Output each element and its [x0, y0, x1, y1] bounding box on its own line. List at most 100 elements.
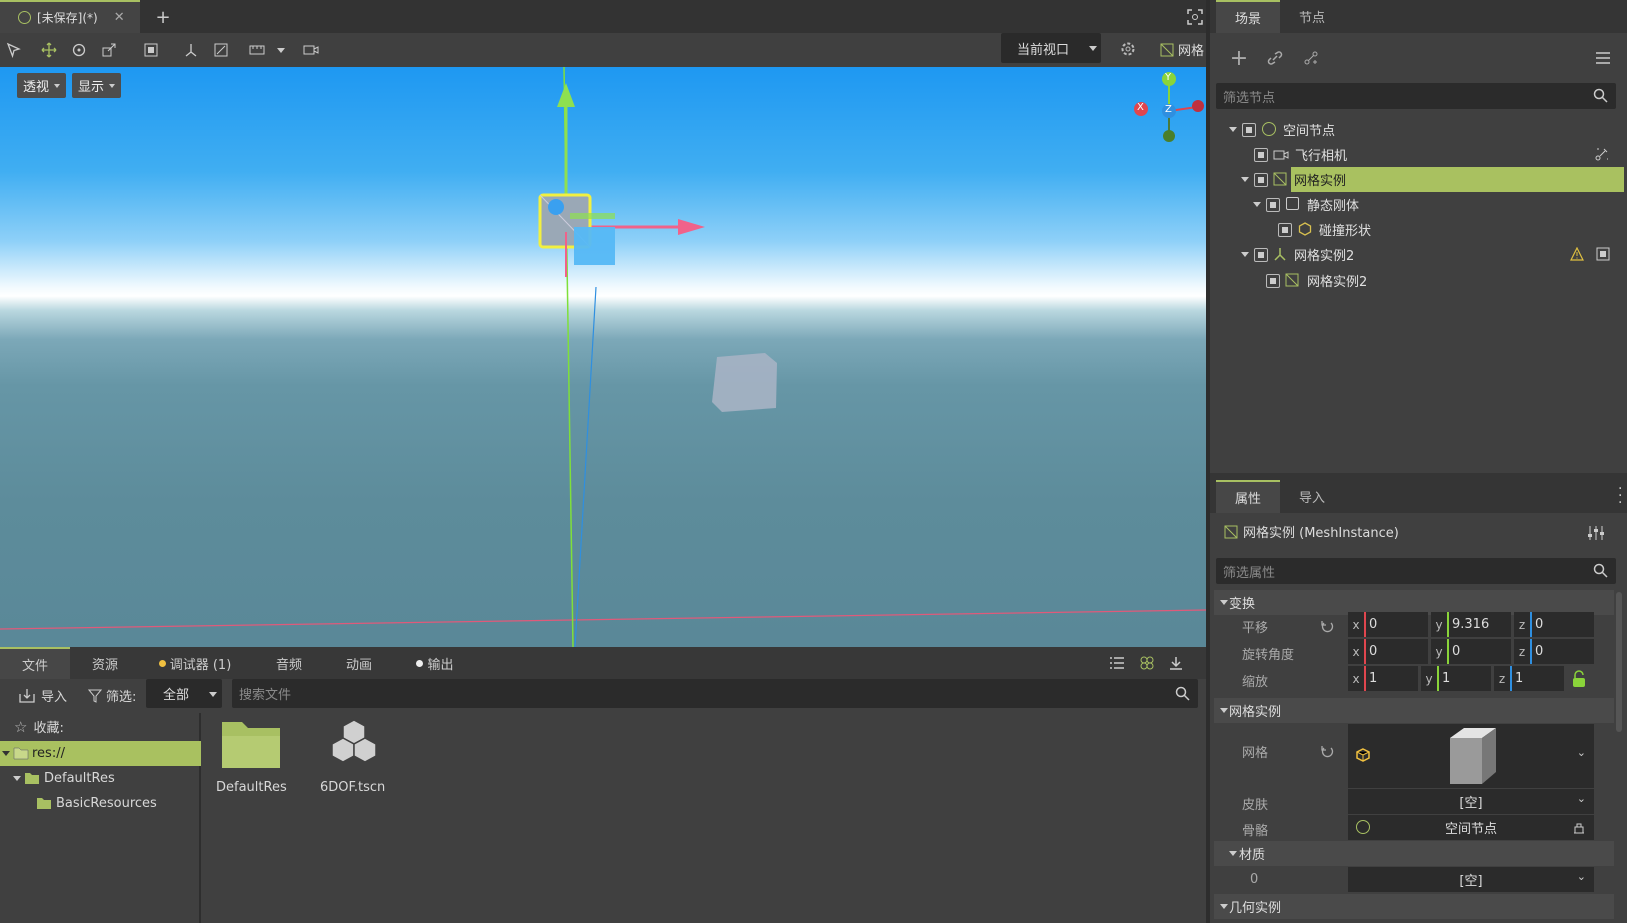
script-icon[interactable] [1595, 147, 1609, 161]
visibility-icon[interactable] [1596, 247, 1610, 261]
rotation-x-field[interactable]: x0 [1348, 639, 1428, 664]
rotation-y-field[interactable]: y0 [1431, 639, 1511, 664]
translation-z-field[interactable]: z0 [1514, 612, 1594, 637]
revert-icon[interactable] [1320, 744, 1334, 758]
scale-y-field[interactable]: y1 [1421, 666, 1491, 691]
rotate-tool-icon[interactable] [68, 39, 90, 61]
section-transform-label: 变换 [1229, 597, 1256, 612]
inspector-node-header: 网格实例 (MeshInstance) [1224, 522, 1399, 541]
inspector-scrollbar[interactable] [1616, 592, 1622, 732]
select-tool-icon[interactable] [3, 39, 25, 61]
translation-x-field[interactable]: x0 [1348, 612, 1428, 637]
move-tool-icon[interactable] [38, 39, 60, 61]
more-icon[interactable]: · · · [1618, 482, 1622, 510]
visibility-checkbox[interactable] [1278, 223, 1292, 237]
mesh-resource-picker[interactable]: ⌄ [1348, 724, 1594, 788]
pin-panel-icon[interactable] [1165, 652, 1187, 674]
skin-dropdown[interactable]: [空] ⌄ [1348, 789, 1594, 814]
visibility-checkbox[interactable] [1242, 123, 1256, 137]
clear-icon[interactable] [1572, 820, 1586, 834]
tab-output[interactable]: 输出 [400, 647, 470, 679]
distraction-free-icon[interactable] [1184, 6, 1206, 28]
skeleton-value: 空间节点 [1444, 822, 1497, 837]
translation-y-field[interactable]: y 9.316 [1431, 612, 1511, 637]
section-mesh-instance-label: 网格实例 [1229, 705, 1282, 720]
camera-view-icon[interactable] [300, 39, 322, 61]
skeleton-node-path[interactable]: 空间节点 [1348, 815, 1594, 840]
document-tab[interactable]: [未保存](*) ✕ [0, 0, 140, 33]
tree-node-mesh-instance2[interactable]: 网格实例2 [1210, 242, 1627, 267]
tab-import[interactable]: 导入 [1280, 480, 1344, 513]
grid-view-icon[interactable] [1136, 652, 1158, 674]
filter-label-group: 筛选: [88, 686, 136, 705]
link-icon[interactable] [1264, 47, 1286, 69]
tab-output-label: 输出 [427, 657, 454, 673]
section-geometry-instance[interactable]: 几何实例 [1214, 894, 1614, 919]
3d-viewport[interactable]: Y X Z 透视 显示 [0, 67, 1206, 647]
revert-icon[interactable] [1320, 619, 1334, 633]
tab-resources[interactable]: 资源 [70, 647, 140, 679]
property-filter-input[interactable]: 筛选属性 [1216, 558, 1616, 584]
node-filter-placeholder: 筛选节点 [1223, 90, 1276, 106]
tab-inspector[interactable]: 属性 [1216, 480, 1280, 513]
file-search-input[interactable]: 搜索文件 [232, 679, 1198, 708]
warning-icon[interactable] [1570, 247, 1584, 261]
tab-debugger[interactable]: 调试器 (1) [150, 647, 240, 679]
tree-node-static-body[interactable]: 静态刚体 [1210, 192, 1627, 217]
tree-node-spatial[interactable]: 空间节点 [1210, 117, 1627, 142]
lock-icon[interactable] [1572, 670, 1586, 688]
scale-z-field[interactable]: z1 [1494, 666, 1564, 691]
chevron-down-icon [54, 83, 61, 88]
scale-x-field[interactable]: x1 [1348, 666, 1418, 691]
close-icon[interactable]: ✕ [114, 10, 125, 25]
visibility-checkbox[interactable] [1254, 148, 1268, 162]
file-item-folder[interactable]: DefaultRes [210, 716, 292, 802]
visibility-checkbox[interactable] [1266, 274, 1280, 288]
import-button[interactable]: 导入 [18, 686, 67, 705]
section-mesh-instance[interactable]: 网格实例 [1214, 698, 1614, 723]
tab-files[interactable]: 文件 [0, 647, 70, 679]
node-filter-input[interactable]: 筛选节点 [1216, 83, 1616, 109]
grid-toggle[interactable]: 网格 [1160, 40, 1204, 59]
scale-tool-icon[interactable] [98, 39, 120, 61]
translation-y-value: 9.316 [1452, 617, 1490, 632]
visibility-checkbox[interactable] [1254, 248, 1268, 262]
tree-node-mesh-instance2-child[interactable]: 网格实例2 [1210, 268, 1627, 293]
tree-item-res[interactable]: res:// [0, 741, 201, 766]
perspective-menu[interactable]: 透视 [17, 73, 67, 98]
add-node-icon[interactable]: + [1228, 46, 1250, 71]
tree-node-mesh-instance[interactable]: 网格实例 [1210, 167, 1627, 192]
tab-scene[interactable]: 场景 [1216, 0, 1280, 33]
rotation-z-field[interactable]: z0 [1514, 639, 1594, 664]
gear-icon[interactable] [1117, 38, 1139, 60]
add-tab-icon[interactable]: + [152, 6, 174, 28]
folder-icon [36, 796, 52, 810]
menu-icon[interactable] [1592, 47, 1614, 69]
tab-audio[interactable]: 音频 [254, 647, 324, 679]
list-select-icon[interactable] [140, 39, 162, 61]
file-item-scene[interactable]: 6DOF.tscn [312, 716, 394, 802]
local-space-icon[interactable] [180, 39, 202, 61]
visibility-checkbox[interactable] [1254, 173, 1268, 187]
visibility-checkbox[interactable] [1266, 198, 1280, 212]
section-material[interactable]: 材质 [1214, 841, 1614, 866]
tab-animation[interactable]: 动画 [324, 647, 394, 679]
list-view-icon[interactable] [1106, 652, 1128, 674]
object-properties-icon[interactable] [1585, 522, 1607, 544]
snap-icon[interactable] [210, 39, 232, 61]
tab-node[interactable]: 节点 [1280, 0, 1344, 33]
dock-divider[interactable] [1210, 473, 1627, 480]
filter-select[interactable]: 全部 [146, 679, 222, 708]
display-menu[interactable]: 显示 [72, 73, 122, 98]
chevron-down-icon[interactable] [270, 39, 292, 61]
viewport-select[interactable]: 当前视口 [1001, 33, 1101, 63]
viewport-select-value: 当前视口 [1017, 42, 1070, 58]
chevron-down-icon [13, 776, 21, 781]
material-dropdown[interactable]: [空] ⌄ [1348, 867, 1594, 892]
tree-item-defaultres[interactable]: DefaultRes [0, 766, 201, 791]
instance-scene-icon[interactable] [1300, 47, 1322, 69]
transform-menu-icon[interactable] [246, 39, 268, 61]
tree-node-camera[interactable]: 飞行相机 [1210, 142, 1627, 167]
tree-item-basicresources[interactable]: BasicResources [0, 791, 201, 816]
tree-node-collision-shape[interactable]: 碰撞形状 [1210, 217, 1627, 242]
